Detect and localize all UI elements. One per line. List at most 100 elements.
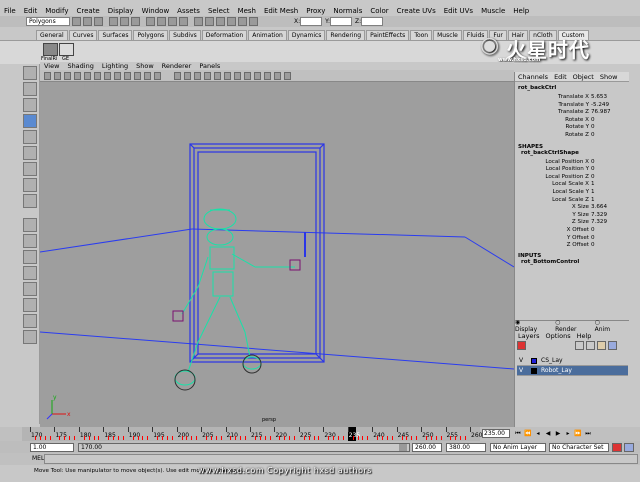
select-object-icon[interactable]	[120, 17, 129, 26]
play-backward-icon[interactable]: ◀	[544, 430, 552, 438]
layer-down-icon[interactable]	[586, 341, 595, 350]
menu-proxy[interactable]: Proxy	[302, 7, 329, 15]
channel-row[interactable]: Z Offset 0	[515, 242, 629, 250]
step-back-key-icon[interactable]: ⏪	[524, 430, 532, 438]
viewport-menu-show[interactable]: Show	[132, 62, 158, 70]
mel-label[interactable]: MEL	[32, 455, 44, 462]
shelf-tab-dynamics[interactable]: Dynamics	[287, 30, 326, 40]
field-y-input[interactable]	[330, 17, 353, 26]
step-back-frame-icon[interactable]: ◂	[534, 430, 542, 438]
channel-value[interactable]: 76.987	[591, 109, 611, 115]
range-slider[interactable]: 170.00	[78, 443, 410, 452]
channel-value[interactable]: 5.653	[591, 94, 607, 100]
lighting-icon[interactable]	[214, 72, 221, 80]
select-camera-icon[interactable]	[44, 72, 51, 80]
four-pane-layout-icon[interactable]	[23, 234, 37, 248]
playback-end-field[interactable]: 260.00	[412, 443, 442, 452]
channel-row[interactable]: Local Scale Z1	[515, 197, 629, 205]
safe-action-icon[interactable]	[144, 72, 151, 80]
side-pane-layout-icon[interactable]	[23, 250, 37, 264]
menu-muscle[interactable]: Muscle	[477, 7, 509, 15]
grid-icon[interactable]	[94, 72, 101, 80]
render-icon[interactable]	[205, 17, 214, 26]
menu-mesh[interactable]: Mesh	[234, 7, 260, 15]
channel-value[interactable]: 0	[591, 124, 595, 130]
menu-edit-mesh[interactable]: Edit Mesh	[260, 7, 302, 15]
layer-color-swatch[interactable]	[531, 367, 537, 374]
select-hierarchy-icon[interactable]	[109, 17, 118, 26]
menu-color[interactable]: Color	[366, 7, 392, 15]
snap-plane-icon[interactable]	[179, 17, 188, 26]
resolution-gate-icon[interactable]	[114, 72, 121, 80]
layer-visibility[interactable]: V	[517, 367, 525, 374]
channel-value[interactable]: 0	[591, 166, 595, 172]
channel-row[interactable]: Y Offset 0	[515, 235, 629, 243]
soft-mod-tool-icon[interactable]	[23, 178, 37, 192]
move-tool-icon[interactable]	[23, 114, 37, 128]
snap-point-icon[interactable]	[168, 17, 177, 26]
gate-mask-icon[interactable]	[124, 72, 131, 80]
channel-menu-object[interactable]: Object	[570, 73, 597, 81]
viewport-menu-view[interactable]: View	[40, 62, 63, 70]
channel-value[interactable]: 1	[591, 181, 595, 187]
viewport-menu-renderer[interactable]: Renderer	[158, 62, 196, 70]
current-frame-field[interactable]: 235.00	[482, 429, 510, 438]
toggle-panel-icon[interactable]	[249, 17, 258, 26]
range-handle[interactable]	[399, 444, 407, 451]
high-quality-icon[interactable]	[284, 72, 291, 80]
channel-row[interactable]: Rotate X0	[515, 117, 629, 125]
viewport-menu-panels[interactable]: Panels	[195, 62, 224, 70]
channel-row[interactable]: Local Position Y0	[515, 166, 629, 174]
layer-row-robot[interactable]: V Robot_Lay	[517, 366, 628, 376]
menu-modify[interactable]: Modify	[41, 7, 72, 15]
shelf-tab-toon[interactable]: Toon	[410, 30, 433, 40]
select-component-icon[interactable]	[131, 17, 140, 26]
hypershade-icon[interactable]	[238, 17, 247, 26]
shelf-button-ge[interactable]	[59, 43, 74, 56]
menu-file[interactable]: File	[0, 7, 20, 15]
hypershade-layout-icon[interactable]	[23, 298, 37, 312]
character-set-dropdown[interactable]: No Character Set	[549, 443, 609, 452]
menu-window[interactable]: Window	[138, 7, 174, 15]
script-layout-icon[interactable]	[23, 314, 37, 328]
new-layer-icon[interactable]	[597, 341, 606, 350]
film-gate-icon[interactable]	[104, 72, 111, 80]
shelf-tab-subdivs[interactable]: Subdivs	[169, 30, 201, 40]
channel-value[interactable]: 3.664	[591, 204, 607, 210]
lasso-tool-icon[interactable]	[23, 82, 37, 96]
goto-start-icon[interactable]: ⏮	[514, 430, 522, 438]
open-scene-icon[interactable]	[83, 17, 92, 26]
channel-value[interactable]: 0	[591, 159, 595, 165]
shelf-tab-polygons[interactable]: Polygons	[133, 30, 169, 40]
step-forward-key-icon[interactable]: ⏩	[574, 430, 582, 438]
channel-menu-show[interactable]: Show	[597, 73, 621, 81]
camera-attributes-icon[interactable]	[64, 72, 71, 80]
shelf-tab-surfaces[interactable]: Surfaces	[98, 30, 133, 40]
menu-normals[interactable]: Normals	[329, 7, 366, 15]
viewport-menu-shading[interactable]: Shading	[63, 62, 97, 70]
menu-create[interactable]: Create	[72, 7, 103, 15]
channel-row[interactable]: Z Size 7.329	[515, 219, 629, 227]
field-z-input[interactable]	[361, 17, 384, 26]
menu-create-uvs[interactable]: Create UVs	[393, 7, 440, 15]
shelf-tab-general[interactable]: General	[36, 30, 68, 40]
channel-value[interactable]: 0	[591, 235, 595, 241]
channel-row[interactable]: X Offset 0	[515, 227, 629, 235]
layer-mode-anim[interactable]: ○ Anim	[595, 319, 621, 333]
perspective-viewport[interactable]: x y persp	[40, 82, 514, 427]
graph-layout-icon[interactable]	[23, 282, 37, 296]
channel-value[interactable]: 1	[591, 189, 595, 195]
channel-row[interactable]: Rotate Z0	[515, 132, 629, 140]
channel-node-name[interactable]: rot_backCtrl	[515, 85, 629, 94]
channel-value[interactable]: -5.249	[591, 102, 609, 108]
channel-row[interactable]: Local Position Z0	[515, 174, 629, 182]
channel-row[interactable]: Rotate Y0	[515, 124, 629, 132]
menu-select[interactable]: Select	[204, 7, 234, 15]
channel-row[interactable]: Local Scale Y1	[515, 189, 629, 197]
shelf-tab-rendering[interactable]: Rendering	[326, 30, 366, 40]
paint-select-tool-icon[interactable]	[23, 98, 37, 112]
single-pane-layout-icon[interactable]	[23, 218, 37, 232]
channel-row[interactable]: Translate X 5.653	[515, 94, 629, 102]
save-scene-icon[interactable]	[94, 17, 103, 26]
safe-title-icon[interactable]	[154, 72, 161, 80]
